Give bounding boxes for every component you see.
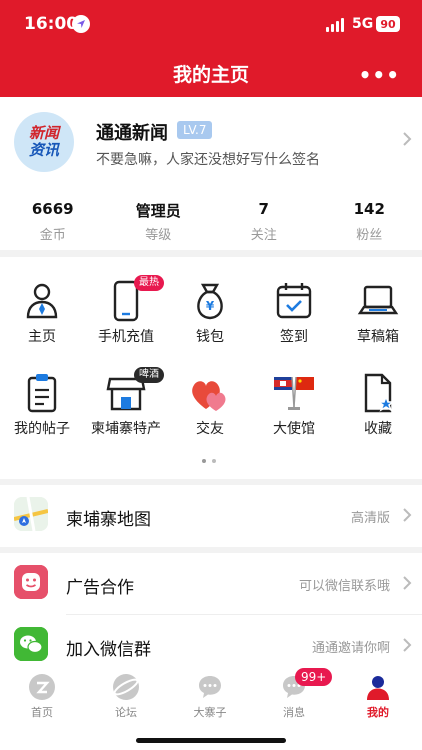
- message-icon: 99+: [281, 668, 333, 700]
- calendar-check-icon: [272, 279, 316, 323]
- row-cambodia-map[interactable]: 柬埔寨地图 高清版: [0, 485, 422, 547]
- avatar-text-top: 新闻: [28, 124, 59, 142]
- wechat-icon: [14, 627, 48, 661]
- beer-badge: 啤酒: [134, 367, 164, 383]
- grid-item-label: 草稿箱: [357, 329, 399, 345]
- row-subtitle: 通通邀请你啊: [311, 641, 390, 656]
- stat-fans[interactable]: 142 粉丝: [317, 200, 422, 243]
- user-icon: [20, 279, 64, 323]
- grid-item-label: 钱包: [196, 329, 224, 345]
- stat-value: 142: [353, 200, 385, 218]
- grid-item-label: 签到: [280, 329, 308, 345]
- tab-home[interactable]: 首页: [0, 674, 84, 720]
- stat-value: 管理员: [135, 202, 181, 220]
- avatar-text-bottom: 资讯: [28, 141, 59, 159]
- stat-value: 6669: [31, 200, 74, 218]
- grid-item-label: 主页: [28, 329, 56, 345]
- battery-icon: 90: [376, 16, 400, 32]
- map-icon: [13, 496, 49, 532]
- grid-item-label: 手机充值: [98, 329, 154, 345]
- tab-forum[interactable]: 论坛: [84, 674, 168, 720]
- top-bar: 我的主页 •••: [0, 50, 422, 97]
- smile-icon: [14, 565, 48, 599]
- avatar[interactable]: 新闻 资讯: [14, 112, 74, 172]
- chevron-right-icon: [402, 575, 412, 596]
- row-subtitle: 高清版: [350, 511, 390, 526]
- flags-icon: [272, 371, 316, 415]
- row-subtitle: 可以微信联系哦: [298, 579, 390, 594]
- feature-grid: 主页 最热 手机充值 ¥ 钱包 签到 草稿箱 我的帖子 啤酒 柬埔寨特产 交友 …: [0, 257, 422, 479]
- chevron-right-icon: [402, 507, 412, 528]
- unread-badge: 99+: [295, 668, 333, 686]
- tab-label: 消息: [283, 706, 305, 719]
- stat-label: 等级: [145, 228, 172, 243]
- grid-item-label: 我的帖子: [14, 421, 70, 437]
- tab-label: 首页: [31, 706, 53, 719]
- stats-row: 6669 金币 管理员 等级 7 关注 142 粉丝: [0, 200, 422, 243]
- tab-label: 论坛: [115, 706, 137, 719]
- row-title: 广告合作: [66, 578, 134, 598]
- location-icon: [72, 15, 90, 33]
- grid-item-phone-topup[interactable]: 最热 手机充值: [84, 275, 168, 346]
- stat-label: 金币: [39, 228, 66, 243]
- grid-item-embassy[interactable]: 大使馆: [252, 371, 336, 438]
- laptop-icon: [356, 279, 400, 323]
- chat-bubble-icon: [197, 674, 223, 700]
- chevron-right-icon: [402, 637, 412, 658]
- stat-label: 关注: [250, 228, 277, 243]
- status-bar: 16:00 5G 90: [0, 0, 422, 50]
- home-tab-icon: [29, 674, 55, 700]
- network-label: 5G: [352, 16, 374, 32]
- grid-item-wallet[interactable]: ¥ 钱包: [168, 279, 252, 346]
- grid-item-label: 收藏: [364, 421, 392, 437]
- store-icon: 啤酒: [104, 367, 164, 415]
- grid-item-dating[interactable]: 交友: [168, 371, 252, 438]
- hot-badge: 最热: [134, 275, 164, 291]
- grid-item-label: 大使馆: [273, 421, 315, 437]
- stat-value: 7: [258, 200, 269, 218]
- grid-item-home[interactable]: 主页: [0, 279, 84, 346]
- page-indicator[interactable]: [202, 459, 216, 463]
- tab-label: 大寨子: [193, 706, 227, 719]
- tab-me[interactable]: 我的: [336, 674, 420, 720]
- planet-icon: [113, 674, 139, 700]
- home-indicator[interactable]: [136, 738, 286, 743]
- grid-item-specialties[interactable]: 啤酒 柬埔寨特产: [84, 367, 168, 438]
- grid-item-favorites[interactable]: 收藏: [336, 371, 420, 438]
- grid-item-checkin[interactable]: 签到: [252, 279, 336, 346]
- tab-messages[interactable]: 99+ 消息: [252, 668, 336, 720]
- row-title: 加入微信群: [66, 640, 151, 660]
- grid-item-label: 柬埔寨特产: [91, 421, 161, 437]
- more-menu-button[interactable]: •••: [359, 63, 400, 87]
- svg-text:¥: ¥: [206, 299, 215, 313]
- row-title: 柬埔寨地图: [66, 510, 151, 530]
- signal-icon: [326, 18, 344, 32]
- tab-village[interactable]: 大寨子: [168, 674, 252, 720]
- stat-coins[interactable]: 6669 金币: [0, 200, 106, 243]
- profile-card[interactable]: 新闻 资讯 通通新闻 LV.7 不要急嘛，人家还没想好写什么签名 6669 金币…: [0, 97, 422, 250]
- grid-item-drafts[interactable]: 草稿箱: [336, 279, 420, 346]
- clipboard-icon: [20, 371, 64, 415]
- stat-level[interactable]: 管理员 等级: [106, 200, 212, 243]
- hearts-icon: [188, 371, 232, 415]
- grid-item-label: 交友: [196, 421, 224, 437]
- stat-following[interactable]: 7 关注: [211, 200, 317, 243]
- status-time: 16:00: [24, 14, 79, 34]
- row-ad-cooperation[interactable]: 广告合作 可以微信联系哦: [0, 553, 422, 615]
- grid-item-my-posts[interactable]: 我的帖子: [0, 371, 84, 438]
- level-badge: LV.7: [177, 121, 213, 139]
- tab-label: 我的: [367, 706, 389, 719]
- signature: 不要急嘛，人家还没想好写什么签名: [96, 152, 320, 168]
- wallet-icon: ¥: [188, 279, 232, 323]
- stat-label: 粉丝: [356, 228, 383, 243]
- star-file-icon: [356, 371, 400, 415]
- chevron-right-icon[interactable]: [402, 131, 412, 152]
- username: 通通新闻: [96, 123, 168, 144]
- user-avatar-tab-icon: [365, 674, 391, 700]
- phone-icon: 最热: [104, 275, 164, 323]
